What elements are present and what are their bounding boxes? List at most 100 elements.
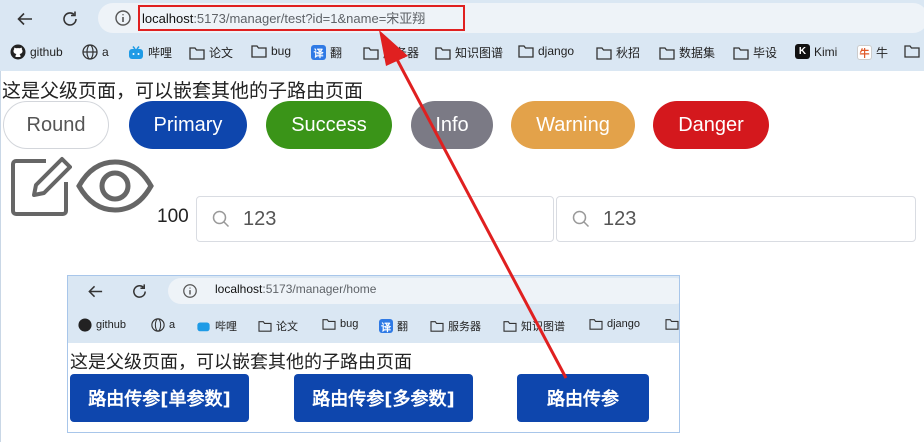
bookmark-label: 秋招 bbox=[616, 46, 641, 60]
bookmark-label: 牛 bbox=[876, 46, 889, 60]
bookmark-label: bug bbox=[271, 44, 292, 58]
bookmark-label: 数据集 bbox=[679, 46, 716, 60]
bookmark-label: 服务器 bbox=[448, 321, 481, 333]
folder-icon bbox=[589, 319, 603, 330]
bookmark-label: 翻 bbox=[397, 321, 408, 333]
search-input-2[interactable] bbox=[603, 206, 883, 232]
kimi-icon: K bbox=[795, 44, 810, 59]
bookmark-label: a bbox=[169, 319, 176, 331]
bookmark-label: github bbox=[30, 45, 63, 59]
route-param-multi-button[interactable]: 路由传参[多参数] bbox=[294, 374, 473, 422]
github-icon bbox=[78, 318, 92, 332]
count-value: 100 bbox=[157, 206, 189, 227]
bookmark-github[interactable]: github bbox=[10, 44, 63, 60]
warning-button[interactable]: Warning bbox=[511, 101, 635, 149]
inner-bookmark-bug[interactable]: bug bbox=[322, 318, 358, 330]
bookmark-label: 知识图谱 bbox=[521, 321, 565, 333]
folder-icon bbox=[596, 46, 612, 60]
bookmark-label: Kimi bbox=[814, 44, 838, 59]
inner-bookmark-translate[interactable]: 译 翻 bbox=[379, 318, 408, 334]
bookmark-label: 服务器 bbox=[383, 46, 420, 60]
reload-button[interactable] bbox=[57, 6, 83, 32]
inner-bookmark-django[interactable]: django bbox=[589, 318, 640, 330]
success-button[interactable]: Success bbox=[266, 101, 392, 149]
arrow-left-icon bbox=[87, 285, 102, 297]
embedded-screenshot: localhost:5173/manager/home github a 哔哩 … bbox=[67, 275, 680, 433]
url-annotation-box bbox=[138, 5, 465, 31]
bookmark-django[interactable]: django bbox=[518, 44, 574, 58]
search-icon bbox=[572, 210, 590, 228]
route-param-single-button[interactable]: 路由传参[单参数] bbox=[70, 374, 249, 422]
bookmark-bilibili[interactable]: 哔哩 bbox=[128, 44, 172, 61]
bookmark-label: django bbox=[607, 318, 641, 330]
folder-icon bbox=[733, 46, 749, 60]
inner-url-path: :5173/manager/home bbox=[262, 282, 377, 296]
search-input-1[interactable] bbox=[243, 206, 523, 232]
globe-icon bbox=[82, 44, 98, 60]
github-icon bbox=[10, 44, 26, 60]
bookmark-papers[interactable]: 论文 bbox=[189, 44, 233, 61]
danger-button[interactable]: Danger bbox=[653, 101, 769, 149]
bookmark-datasets[interactable]: 数据集 bbox=[659, 44, 715, 61]
bookmark-label: bug bbox=[340, 318, 359, 330]
bookmark-bug[interactable]: bug bbox=[251, 44, 291, 58]
bookmark-label: 哔哩 bbox=[215, 321, 237, 333]
folder-icon bbox=[430, 321, 444, 332]
info-icon[interactable] bbox=[114, 9, 132, 27]
inner-bookmark-knowledge-graph[interactable]: 知识图谱 bbox=[503, 318, 565, 334]
bookmark-label: a bbox=[102, 45, 109, 59]
bookmark-graduation[interactable]: 毕设 bbox=[733, 44, 777, 61]
inner-parent-page-text: 这是父级页面，可以嵌套其他的子路由页面 bbox=[70, 352, 412, 373]
folder-icon bbox=[251, 45, 267, 58]
bookmark-label: 翻 bbox=[330, 46, 343, 60]
bookmark-label: 论文 bbox=[209, 46, 234, 60]
inner-bookmark-folder-overflow[interactable] bbox=[665, 318, 679, 330]
bookmark-label: 哔哩 bbox=[148, 46, 173, 60]
search-box-2[interactable] bbox=[556, 196, 916, 242]
bookmark-kimi[interactable]: K Kimi bbox=[795, 44, 837, 59]
bookmark-folder-overflow[interactable] bbox=[904, 44, 920, 58]
inner-bookmark-bilibili[interactable]: 哔哩 bbox=[196, 318, 237, 334]
bookmark-label: 论文 bbox=[276, 321, 298, 333]
folder-icon bbox=[258, 321, 272, 332]
inner-bookmark-papers[interactable]: 论文 bbox=[258, 318, 298, 334]
edit-icon[interactable] bbox=[10, 155, 72, 217]
reload-icon bbox=[132, 283, 146, 298]
browser-chrome: localhost:5173/manager/test?id=1&name=宋亚… bbox=[0, 0, 924, 71]
inner-browser-chrome: localhost:5173/manager/home github a 哔哩 … bbox=[68, 276, 679, 343]
inner-bookmark-github[interactable]: github bbox=[78, 318, 126, 332]
folder-icon bbox=[904, 45, 920, 58]
globe-icon bbox=[151, 318, 165, 332]
reload-icon bbox=[63, 11, 77, 26]
back-button[interactable] bbox=[12, 6, 38, 32]
eye-icon[interactable] bbox=[76, 156, 154, 216]
bookmark-nowcoder[interactable]: 牛 牛 bbox=[857, 44, 888, 61]
bookmark-knowledge-graph[interactable]: 知识图谱 bbox=[435, 44, 503, 61]
arrow-left-icon bbox=[17, 12, 32, 26]
inner-bookmark-a[interactable]: a bbox=[151, 318, 175, 332]
bookmark-a[interactable]: a bbox=[82, 44, 109, 60]
bilibili-icon bbox=[197, 322, 210, 332]
bookmark-servers[interactable]: 服务器 bbox=[363, 44, 419, 61]
bookmark-autumn-recruit[interactable]: 秋招 bbox=[596, 44, 640, 61]
folder-icon bbox=[363, 46, 379, 60]
bookmark-label: 知识图谱 bbox=[455, 46, 504, 60]
bookmark-translate[interactable]: 译 翻 bbox=[311, 44, 342, 61]
primary-button[interactable]: Primary bbox=[129, 101, 247, 149]
info-button[interactable]: Info bbox=[411, 101, 493, 149]
info-icon[interactable] bbox=[182, 283, 198, 299]
inner-bookmark-servers[interactable]: 服务器 bbox=[430, 318, 481, 334]
folder-icon bbox=[518, 45, 534, 58]
folder-icon bbox=[659, 46, 675, 60]
inner-back-button[interactable] bbox=[82, 278, 108, 304]
folder-icon bbox=[503, 321, 517, 332]
search-box-1[interactable] bbox=[196, 196, 554, 242]
inner-url-host: localhost bbox=[215, 282, 263, 296]
inner-reload-button[interactable] bbox=[126, 278, 152, 304]
route-param-button[interactable]: 路由传参 bbox=[517, 374, 649, 422]
round-button[interactable]: Round bbox=[3, 101, 109, 149]
bookmark-label: 毕设 bbox=[753, 46, 778, 60]
inner-url-text[interactable]: localhost:5173/manager/home bbox=[215, 282, 376, 296]
translate-icon: 译 bbox=[379, 319, 393, 334]
bookmark-label: github bbox=[96, 319, 126, 331]
